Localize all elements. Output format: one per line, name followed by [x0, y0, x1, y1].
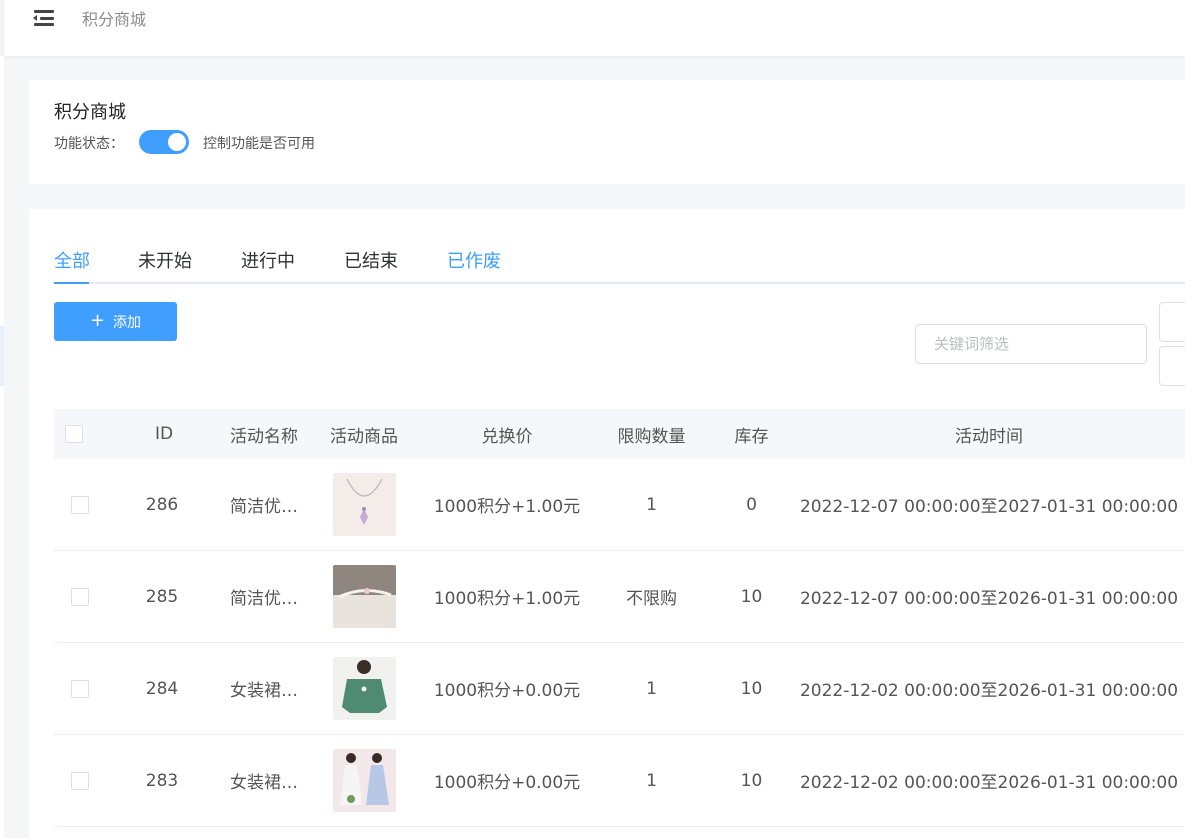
- row-id: 285: [145, 586, 179, 607]
- header-product: 活动商品: [330, 426, 398, 447]
- feature-toggle-switch[interactable]: [139, 130, 189, 154]
- row-stock: 10: [740, 770, 763, 791]
- row-time: 2022-12-07 00:00:00至2027-01-31 00:00:00: [799, 497, 1179, 517]
- status-description: 控制功能是否可用: [203, 136, 315, 152]
- product-image-necklace[interactable]: [332, 473, 396, 536]
- header-id: ID: [154, 424, 174, 444]
- status-tabs: 全部 未开始 进行中 已结束 已作废: [54, 245, 1185, 284]
- tab-voided[interactable]: 已作废: [447, 247, 501, 273]
- select-all-checkbox[interactable]: [65, 425, 83, 443]
- toolbar-side-button-2[interactable]: [1159, 346, 1185, 386]
- header-time: 活动时间: [955, 426, 1023, 447]
- breadcrumb: 积分商城: [82, 10, 147, 29]
- row-time: 2022-12-02 00:00:00至2026-01-31 00:00:00: [799, 681, 1179, 701]
- add-button-label: 添加: [113, 314, 142, 331]
- row-limit: 1: [646, 770, 657, 791]
- product-image-green-top[interactable]: [332, 657, 396, 720]
- top-bar: 积分商城: [4, 0, 1185, 56]
- row-id: 286: [145, 494, 179, 515]
- product-image-dresses[interactable]: [332, 749, 396, 812]
- row-price: 1000积分+0.00元: [433, 773, 581, 793]
- row-name: 女装裙…: [230, 773, 298, 793]
- table-row[interactable]: 285 简洁优… 1000积分+1.00元 不限购 10 2022-12-07 …: [54, 551, 1185, 643]
- table-row[interactable]: 284 女装裙… 1000积分+0.00元 1 10 2022-12-02 00…: [54, 643, 1185, 735]
- plus-icon: +: [89, 309, 106, 331]
- table-row[interactable]: 286 简洁优… 1000积分+1.00元 1 0 2022-12-07 00:…: [54, 459, 1185, 551]
- row-name: 简洁优…: [230, 589, 298, 609]
- row-id: 283: [145, 770, 179, 791]
- row-time: 2022-12-02 00:00:00至2026-01-31 00:00:00: [799, 773, 1179, 793]
- row-checkbox[interactable]: [71, 771, 89, 790]
- tab-ended[interactable]: 已结束: [344, 247, 398, 273]
- active-tab-indicator: [54, 282, 89, 284]
- row-checkbox[interactable]: [71, 679, 89, 698]
- left-sidebar-strip: [0, 56, 4, 838]
- tab-not-started[interactable]: 未开始: [138, 247, 192, 273]
- row-time: 2022-12-07 00:00:00至2026-01-31 00:00:00: [799, 589, 1179, 609]
- status-label: 功能状态：: [54, 136, 124, 152]
- row-stock: 0: [746, 494, 757, 515]
- row-limit: 1: [646, 678, 657, 699]
- section-title: 积分商城: [54, 102, 126, 123]
- product-image-bracelet[interactable]: [332, 565, 396, 628]
- tab-all[interactable]: 全部: [54, 247, 90, 273]
- row-checkbox[interactable]: [71, 495, 89, 514]
- row-price: 1000积分+1.00元: [433, 497, 581, 517]
- keyword-search-input[interactable]: [915, 324, 1147, 364]
- feature-status-card: 积分商城 功能状态： 控制功能是否可用: [29, 80, 1185, 184]
- activity-list-card: 全部 未开始 进行中 已结束 已作废 + 添加 ID 活动名称 活动商品 兑换价…: [29, 209, 1185, 838]
- row-limit: 1: [646, 494, 657, 515]
- header-limit: 限购数量: [617, 426, 686, 447]
- row-price: 1000积分+1.00元: [433, 589, 581, 609]
- tab-in-progress[interactable]: 进行中: [241, 247, 295, 273]
- row-limit: 不限购: [626, 589, 677, 609]
- add-button[interactable]: + 添加: [54, 302, 177, 341]
- toolbar-side-button-1[interactable]: [1159, 302, 1185, 342]
- row-stock: 10: [740, 678, 763, 699]
- row-checkbox[interactable]: [71, 587, 89, 606]
- row-stock: 10: [740, 586, 763, 607]
- header-name: 活动名称: [230, 426, 298, 447]
- table-header: ID 活动名称 活动商品 兑换价 限购数量 库存 活动时间: [54, 409, 1185, 459]
- header-stock: 库存: [734, 426, 769, 447]
- row-name: 简洁优…: [230, 497, 298, 517]
- row-price: 1000积分+0.00元: [433, 681, 581, 701]
- table-row[interactable]: 283 女装裙… 1000积分+0.00元 1 10 2022-12-02 00…: [54, 735, 1185, 827]
- row-id: 284: [145, 678, 179, 699]
- menu-fold-icon[interactable]: [32, 8, 56, 28]
- activity-table: ID 活动名称 活动商品 兑换价 限购数量 库存 活动时间 286 简洁优… 1…: [54, 409, 1185, 827]
- header-price: 兑换价: [481, 426, 533, 447]
- row-name: 女装裙…: [230, 681, 298, 701]
